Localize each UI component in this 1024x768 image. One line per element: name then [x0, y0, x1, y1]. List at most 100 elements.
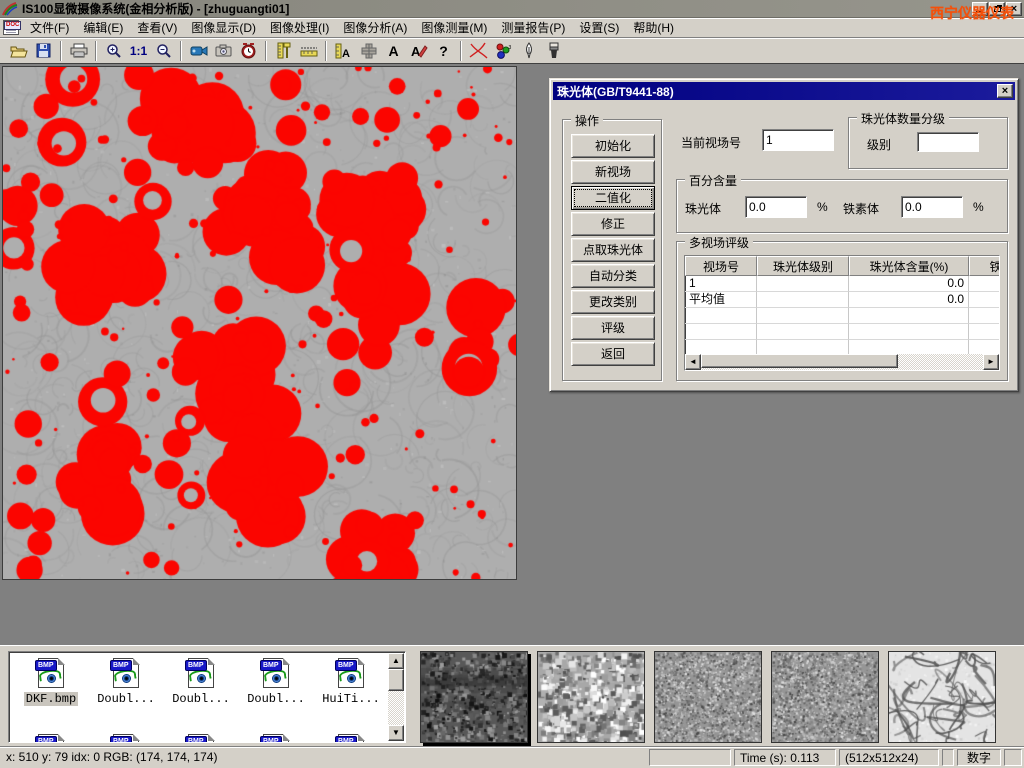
table-row[interactable]: 平均值 0.0 — [685, 292, 999, 308]
menu-image-display[interactable]: 图像显示(D) — [184, 17, 263, 38]
dialog-title-bar[interactable]: 珠光体(GB/T9441-88) × — [553, 82, 1015, 100]
correct-button[interactable]: 修正 — [571, 212, 655, 236]
bmp-badge: BMP — [185, 660, 207, 671]
file-listbox[interactable]: BMP DKF.bmp BMP Doubl... BMP Doubl... BM… — [8, 651, 406, 743]
menu-help[interactable]: 帮助(H) — [626, 17, 681, 38]
scroll-up-button[interactable]: ▲ — [388, 653, 404, 669]
operation-group: 操作 初始化 新视场 二值化 修正 点取珠光体 自动分类 更改类别 评级 返回 — [562, 119, 662, 381]
help-button[interactable]: ? — [431, 40, 456, 62]
file-item[interactable]: BMP Doubl... — [165, 658, 237, 706]
ruler-measure-button[interactable] — [296, 40, 321, 62]
text-tool-button[interactable]: A — [381, 40, 406, 62]
zoom-in-button[interactable] — [101, 40, 126, 62]
calibrate-button[interactable]: A — [331, 40, 356, 62]
file-item-partial[interactable]: BMP — [240, 734, 312, 743]
file-name[interactable]: DKF.bmp — [24, 692, 78, 706]
binarize-button[interactable]: 二值化 — [571, 186, 655, 210]
thumbnail-1[interactable] — [420, 651, 528, 743]
file-name[interactable]: HuiTi... — [320, 692, 382, 706]
current-field-input[interactable] — [762, 129, 834, 151]
auto-classify-button[interactable]: 自动分类 — [571, 264, 655, 288]
table-row-empty — [685, 308, 999, 324]
bmp-badge: BMP — [110, 736, 132, 743]
thumbnail-5[interactable] — [888, 651, 996, 743]
menu-image-processing[interactable]: 图像处理(I) — [263, 17, 336, 38]
open-button[interactable] — [6, 40, 31, 62]
file-item-partial[interactable]: BMP — [15, 734, 87, 743]
classify-tool-button[interactable]: 3 — [491, 40, 516, 62]
table-row[interactable]: 1 0.0 — [685, 276, 999, 292]
col-ferrite-content[interactable]: 铁素体含量(%) — [969, 256, 1000, 276]
menu-edit[interactable]: 编辑(E) — [76, 17, 130, 38]
change-class-button[interactable]: 更改类别 — [571, 290, 655, 314]
zoom-out-button[interactable] — [151, 40, 176, 62]
toolbar: 1:1 A A A ? 3 — [0, 38, 1024, 64]
bmp-file-icon: BMP — [335, 734, 367, 743]
grade-input[interactable] — [917, 132, 979, 152]
video-capture-button[interactable] — [186, 40, 211, 62]
col-pearlite-grade[interactable]: 珠光体级别 — [757, 256, 849, 276]
pick-pearlite-button[interactable]: 点取珠光体 — [571, 238, 655, 262]
thumbnail-3[interactable] — [654, 651, 762, 743]
menu-image-measure[interactable]: 图像测量(M) — [414, 17, 494, 38]
scroll-left-button[interactable]: ◄ — [685, 354, 701, 370]
save-button[interactable] — [31, 40, 56, 62]
file-item[interactable]: BMP HuiTi... — [315, 658, 387, 706]
pen-tool-button[interactable] — [516, 40, 541, 62]
file-name[interactable]: Doubl... — [170, 692, 232, 706]
file-item[interactable]: BMP Doubl... — [90, 658, 162, 706]
grading-group-label: 珠光体数量分级 — [857, 110, 949, 127]
scroll-thumb[interactable] — [388, 669, 404, 691]
status-pane-empty — [942, 749, 954, 766]
restore-button[interactable] — [989, 2, 1005, 16]
dialog-close-button[interactable]: × — [997, 84, 1013, 98]
file-name[interactable]: Doubl... — [245, 692, 307, 706]
scroll-track[interactable] — [701, 354, 983, 370]
micrograph-canvas[interactable] — [3, 67, 516, 579]
ferrite-percent-input[interactable] — [901, 196, 963, 218]
scroll-right-button[interactable]: ► — [983, 354, 999, 370]
col-field-number[interactable]: 视场号 — [685, 256, 757, 276]
col-pearlite-content[interactable]: 珠光体含量(%) — [849, 256, 969, 276]
actual-size-button[interactable]: 1:1 — [126, 40, 151, 62]
initialize-button[interactable]: 初始化 — [571, 134, 655, 158]
pearlite-percent-input[interactable] — [745, 196, 807, 218]
return-button[interactable]: 返回 — [571, 342, 655, 366]
bmp-file-icon: BMP — [185, 734, 217, 743]
bmp-file-icon: BMP — [35, 734, 67, 743]
print-button[interactable] — [66, 40, 91, 62]
timer-button[interactable] — [236, 40, 261, 62]
file-name[interactable]: Doubl... — [95, 692, 157, 706]
file-item[interactable]: BMP DKF.bmp — [15, 658, 87, 706]
scroll-thumb[interactable] — [701, 354, 898, 368]
document-icon[interactable]: DOC — [3, 20, 19, 35]
file-item-partial[interactable]: BMP — [165, 734, 237, 743]
new-field-button[interactable]: 新视场 — [571, 160, 655, 184]
caliper-icon — [276, 42, 292, 59]
menu-measure-report[interactable]: 测量报告(P) — [494, 17, 572, 38]
minimize-button[interactable] — [972, 2, 988, 16]
grade-button[interactable]: 评级 — [571, 316, 655, 340]
close-button[interactable]: × — [1006, 2, 1022, 16]
floppy-icon — [36, 43, 51, 58]
menu-file[interactable]: 文件(F) — [23, 17, 76, 38]
menu-image-analysis[interactable]: 图像分析(A) — [336, 17, 414, 38]
annotate-tool-button[interactable]: A — [406, 40, 431, 62]
application-window: IS100显微摄像系统(金相分析版) - [zhuguangti01] × 西宁… — [0, 0, 1024, 768]
brush-tool-button[interactable] — [541, 40, 566, 62]
curve-tool-button[interactable] — [466, 40, 491, 62]
menu-settings[interactable]: 设置(S) — [572, 17, 626, 38]
scroll-down-button[interactable]: ▼ — [388, 725, 404, 741]
open-folder-icon — [10, 44, 28, 58]
colored-balls-icon: 3 — [495, 43, 512, 59]
thumbnail-4[interactable] — [771, 651, 879, 743]
still-capture-button[interactable] — [211, 40, 236, 62]
file-item-partial[interactable]: BMP — [315, 734, 387, 743]
thumbnail-2[interactable] — [537, 651, 645, 743]
caliper-measure-button[interactable] — [271, 40, 296, 62]
curve-icon — [469, 42, 489, 59]
menu-view[interactable]: 查看(V) — [130, 17, 184, 38]
file-item-partial[interactable]: BMP — [90, 734, 162, 743]
file-item[interactable]: BMP Doubl... — [240, 658, 312, 706]
grid-overlay-button[interactable] — [356, 40, 381, 62]
